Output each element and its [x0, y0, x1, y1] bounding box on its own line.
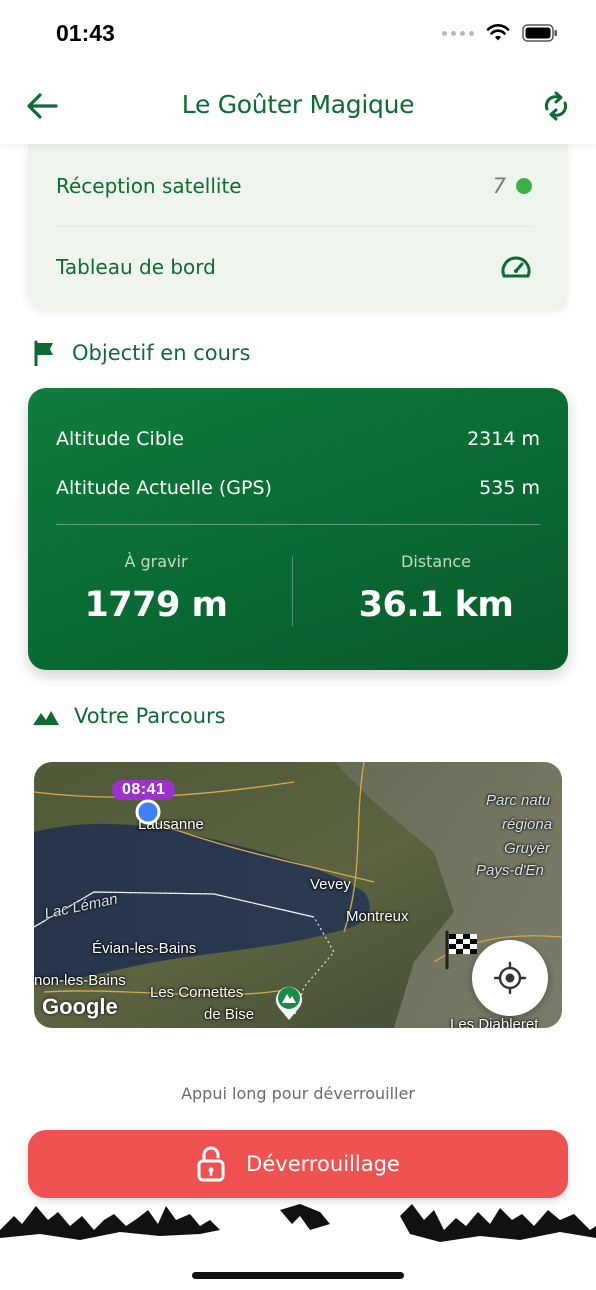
dashboard-row[interactable]: Tableau de bord — [56, 226, 532, 306]
route-section-header: Votre Parcours — [32, 704, 226, 728]
map-place-thonon: non-les-Bains — [34, 972, 126, 989]
locate-me-button[interactable] — [472, 940, 548, 1016]
map-place-cornettes: Les Cornettes — [150, 984, 244, 1001]
status-icons — [442, 24, 558, 42]
cellular-signal-icon — [442, 30, 474, 36]
summit-marker-icon[interactable] — [272, 982, 306, 1022]
map-place-vevey: Vevey — [310, 876, 351, 893]
satellite-row: Réception satellite 7 — [56, 146, 532, 226]
map-place-montreux: Montreux — [346, 908, 409, 925]
map-place-regional: régiona — [502, 816, 553, 833]
satellite-status-dot — [516, 178, 532, 194]
lock-open-icon — [197, 1146, 225, 1182]
map-place-parc: Parc natu — [486, 792, 551, 809]
route-section-title: Votre Parcours — [74, 704, 226, 728]
google-attribution: Google — [42, 994, 118, 1019]
home-indicator[interactable] — [192, 1272, 404, 1279]
wifi-icon — [486, 24, 510, 41]
distance-stat: Distance 36.1 km — [308, 552, 564, 625]
distance-label: Distance — [401, 552, 471, 571]
unlock-label: Déverrouillage — [246, 1152, 400, 1176]
satellite-label: Réception satellite — [56, 174, 242, 198]
satellite-status: 7 — [493, 174, 532, 198]
route-map[interactable]: Lausanne Vevey Montreux Lac Léman Évian-… — [34, 762, 562, 1028]
current-time-badge: 08:41 — [112, 780, 176, 800]
objective-card: Altitude Cible 2314 m Altitude Actuelle … — [28, 388, 568, 670]
climb-stat: À gravir 1779 m — [28, 552, 284, 625]
map-place-diablerets: Les Diableret — [450, 1016, 539, 1028]
speedometer-icon — [501, 256, 531, 277]
target-altitude-label: Altitude Cible — [56, 428, 184, 450]
climb-label: À gravir — [124, 552, 188, 571]
target-altitude-row: Altitude Cible 2314 m — [56, 428, 540, 450]
dashboard-label: Tableau de bord — [56, 254, 216, 279]
current-altitude-label: Altitude Actuelle (GPS) — [56, 477, 272, 499]
objective-section-title: Objectif en cours — [72, 341, 251, 365]
stat-divider — [292, 556, 293, 626]
unlock-button[interactable]: Déverrouillage — [28, 1130, 568, 1198]
status-time: 01:43 — [56, 20, 115, 46]
map-place-pays-denhaut: Pays-d'En — [476, 862, 544, 879]
mountains-icon — [33, 711, 59, 725]
page-title: Le Goûter Magique — [181, 90, 415, 119]
distance-value: 36.1 km — [358, 585, 514, 625]
satellite-count: 7 — [492, 174, 506, 198]
objective-section-header: Objectif en cours — [32, 340, 250, 366]
climb-value: 1779 m — [84, 585, 228, 625]
map-place-de-bise: de Bise — [204, 1006, 255, 1023]
mountain-silhouette-decoration — [0, 1204, 596, 1242]
current-altitude-value: 535 m — [479, 477, 540, 499]
flag-icon — [34, 340, 53, 366]
battery-icon — [522, 24, 557, 42]
refresh-icon — [544, 91, 568, 121]
crosshair-icon — [493, 961, 527, 995]
target-altitude-value: 2314 m — [467, 428, 540, 450]
unlock-hint: Appui long pour déverrouiller — [181, 1084, 415, 1103]
objective-divider — [56, 524, 540, 525]
app-header: Le Goûter Magique — [0, 70, 596, 144]
refresh-button[interactable] — [536, 86, 576, 126]
map-place-gruyere: Gruyèr — [504, 840, 550, 857]
status-bar: 01:43 — [0, 0, 596, 70]
current-altitude-row: Altitude Actuelle (GPS) 535 m — [56, 477, 540, 499]
current-position-marker[interactable] — [135, 799, 161, 825]
device-info-card: Réception satellite 7 Tableau de bord — [28, 144, 568, 308]
map-place-evian: Évian-les-Bains — [92, 940, 197, 957]
